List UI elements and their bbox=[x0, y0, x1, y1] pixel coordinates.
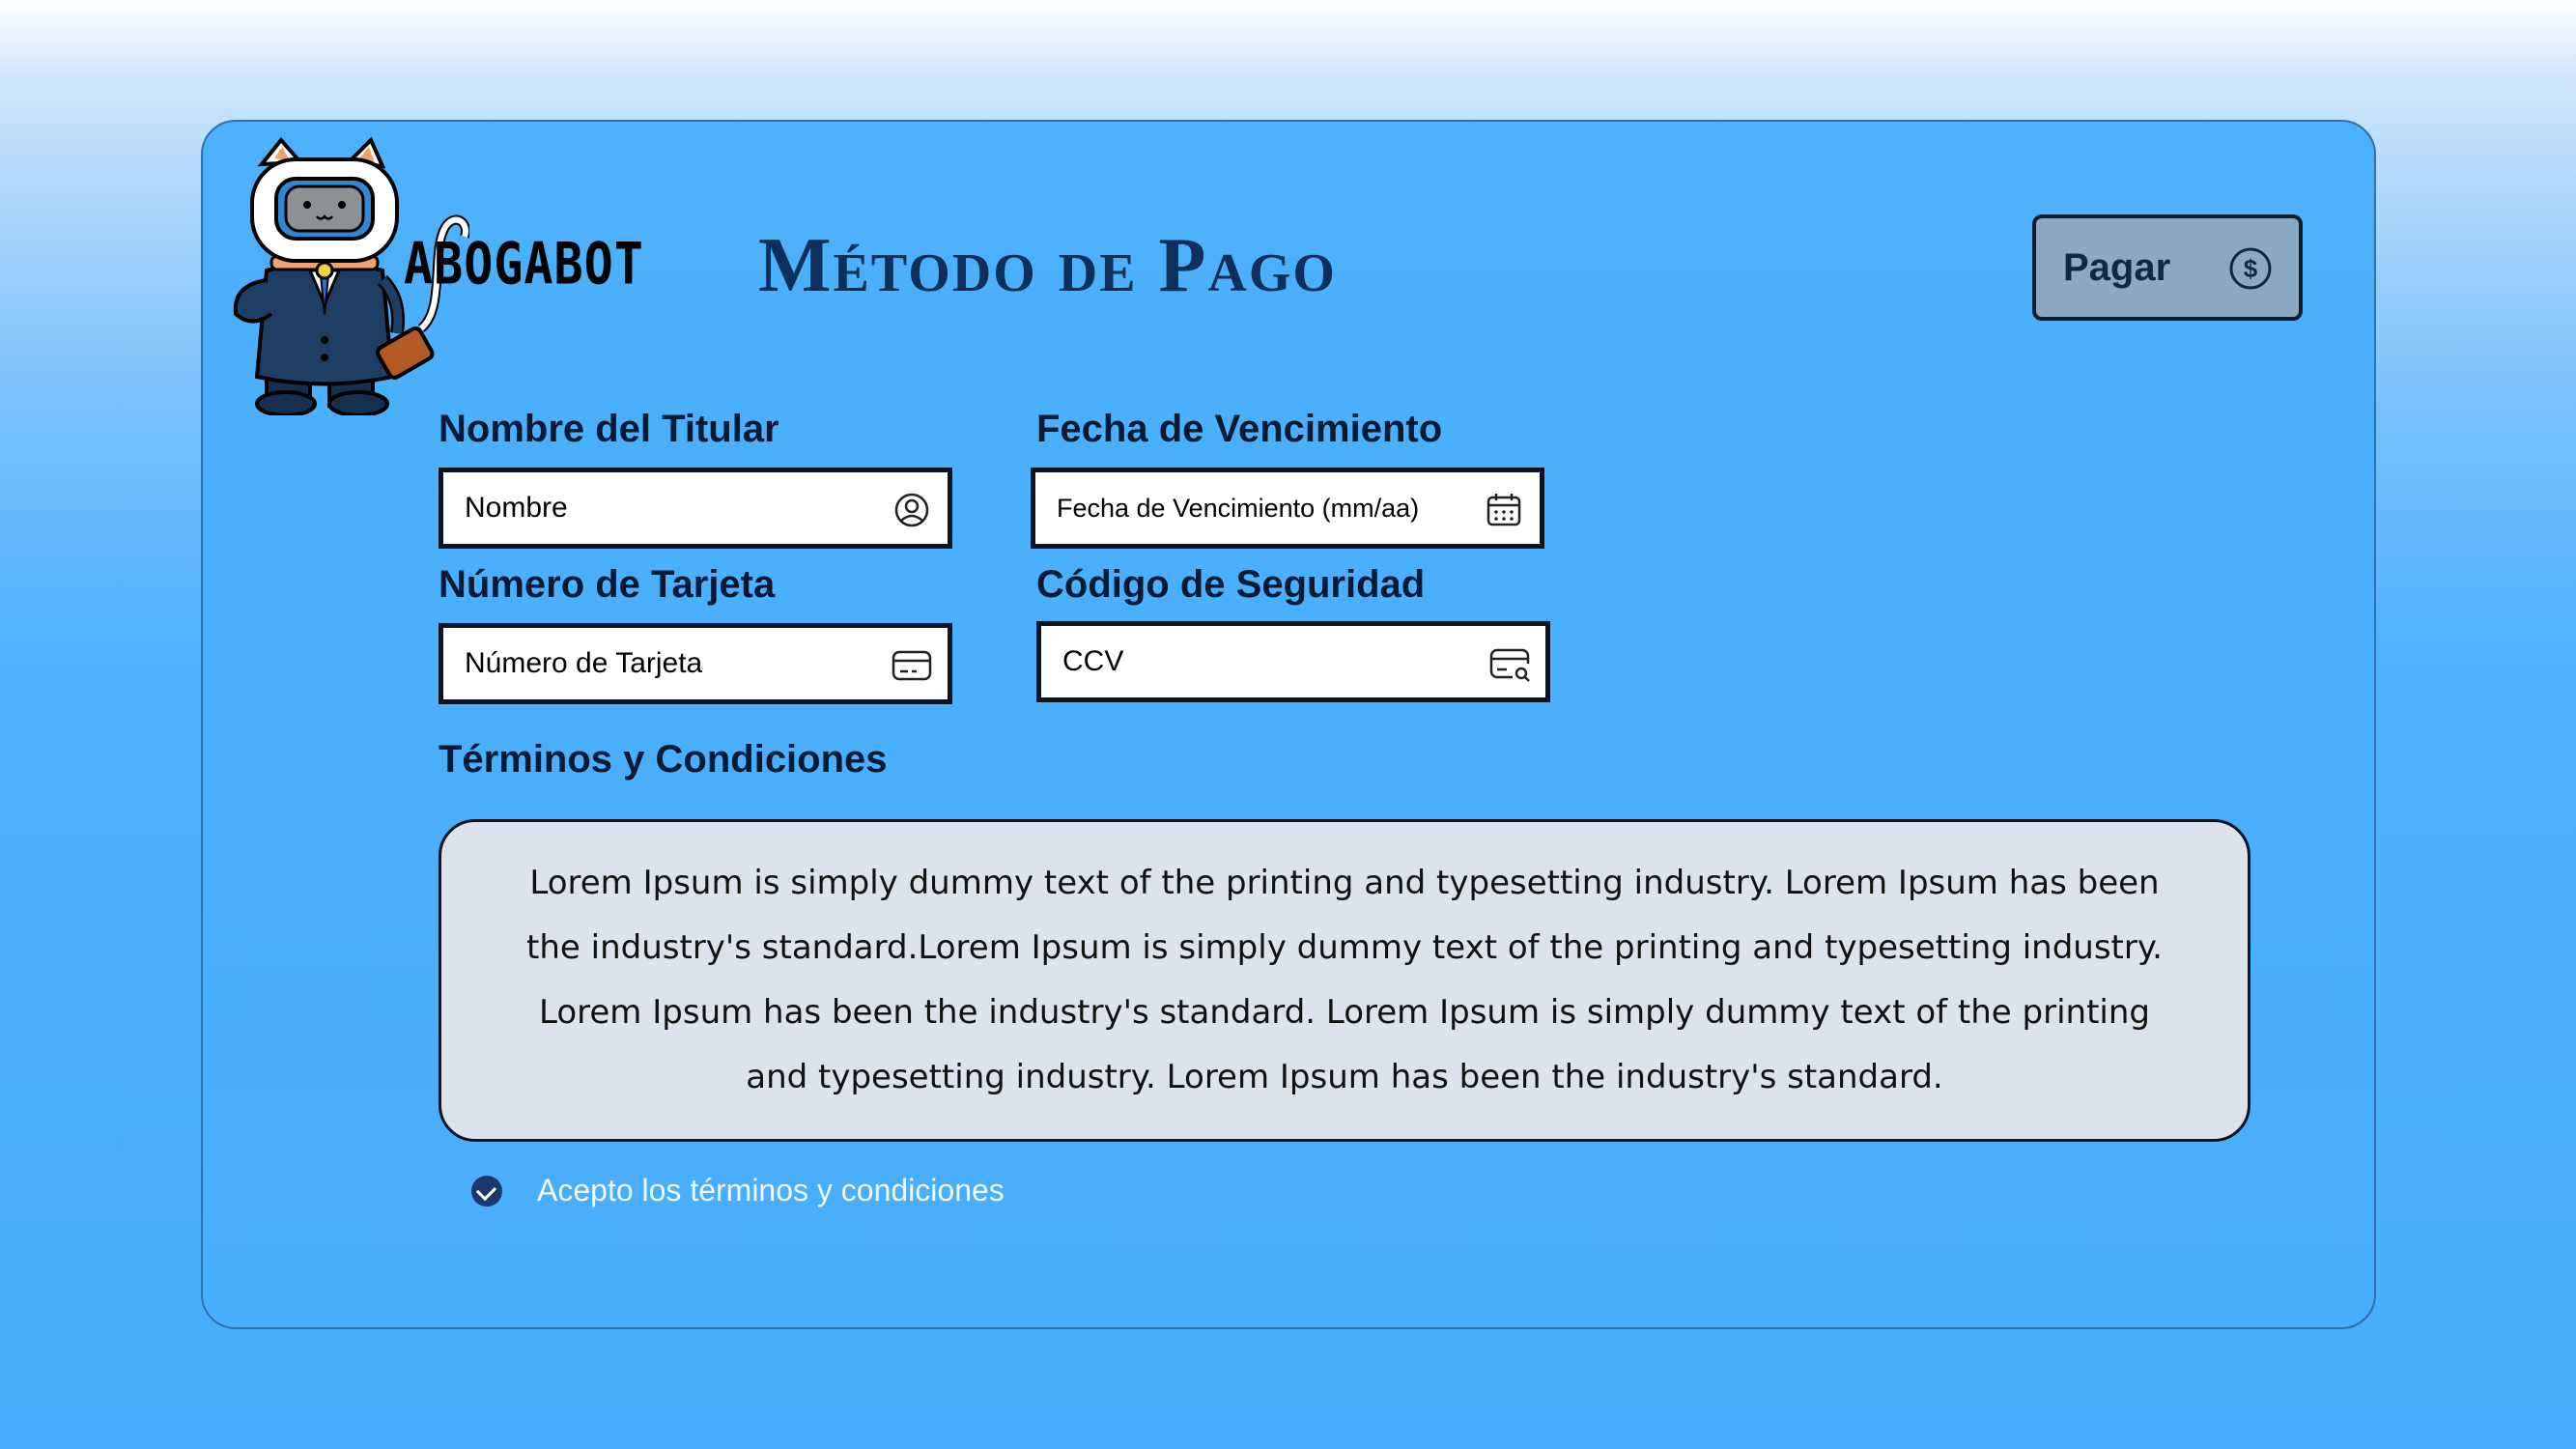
holder-name-field[interactable] bbox=[439, 468, 952, 549]
credit-card-icon bbox=[892, 650, 932, 681]
card-number-input[interactable] bbox=[465, 647, 870, 680]
card-number-field[interactable] bbox=[439, 623, 952, 704]
card-number-label: Número de Tarjeta bbox=[439, 563, 776, 606]
svg-text:$: $ bbox=[2244, 254, 2258, 283]
pay-button-label: Pagar bbox=[2063, 245, 2171, 289]
holder-name-label: Nombre del Titular bbox=[439, 408, 779, 450]
card-search-icon bbox=[1489, 648, 1530, 682]
holder-name-input[interactable] bbox=[465, 492, 870, 525]
security-code-label: Código de Seguridad bbox=[1036, 563, 1426, 606]
expiry-date-label: Fecha de Vencimiento bbox=[1036, 408, 1443, 450]
security-code-input[interactable] bbox=[1062, 645, 1468, 678]
user-circle-icon bbox=[894, 493, 929, 527]
terms-body-text: Lorem Ipsum is simply dummy text of the … bbox=[526, 864, 2163, 1096]
dollar-circle-icon: $ bbox=[2229, 247, 2272, 290]
accept-terms-label: Acepto los términos y condiciones bbox=[537, 1173, 1005, 1208]
accept-terms-checkbox[interactable]: Acepto los términos y condiciones bbox=[471, 1173, 1005, 1208]
expiry-date-input[interactable] bbox=[1057, 493, 1462, 524]
terms-text-box: Lorem Ipsum is simply dummy text of the … bbox=[439, 819, 2250, 1142]
brand-logo-text: ABOGABOT bbox=[404, 230, 644, 298]
page-title: Método de Pago bbox=[758, 223, 1337, 308]
checkmark-icon[interactable] bbox=[471, 1175, 502, 1207]
calendar-icon bbox=[1486, 494, 1521, 526]
terms-heading: Términos y Condiciones bbox=[439, 738, 888, 781]
security-code-field[interactable] bbox=[1036, 621, 1550, 702]
expiry-date-field[interactable] bbox=[1031, 468, 1544, 549]
pay-button[interactable]: Pagar $ bbox=[2032, 214, 2303, 321]
